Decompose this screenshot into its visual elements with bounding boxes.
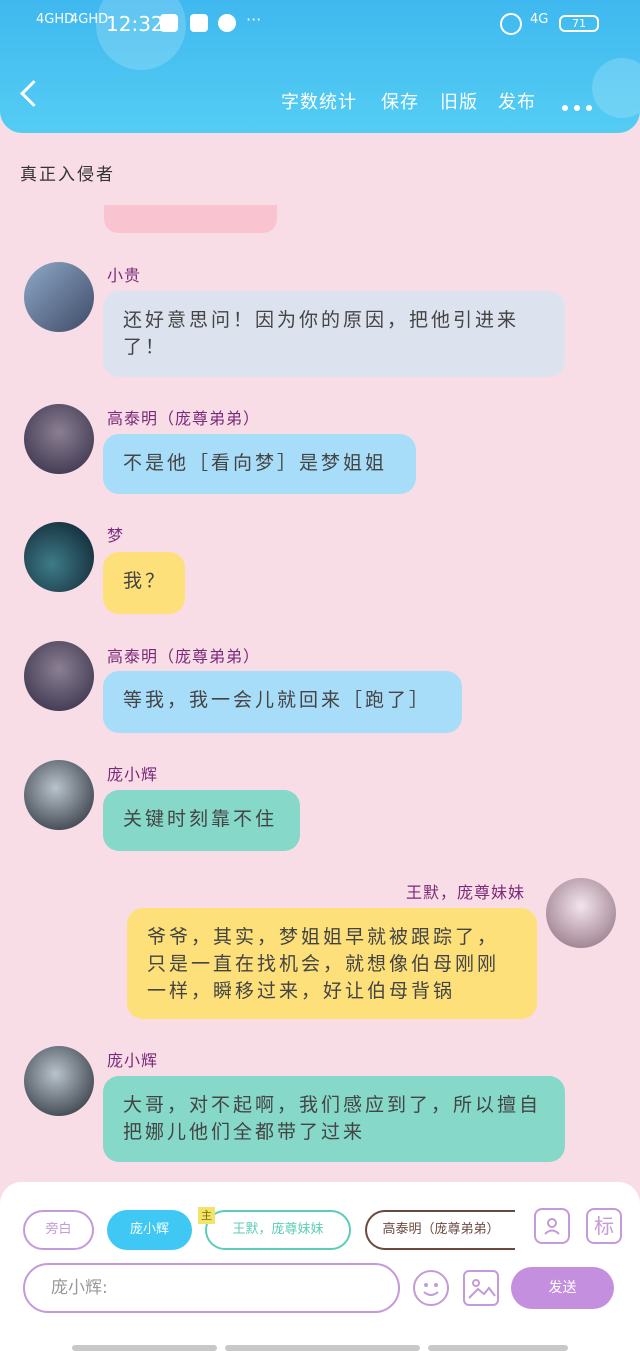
message-input[interactable]: 庞小辉: <box>23 1263 400 1313</box>
speaker-name: 高泰明（庞尊弟弟） <box>107 647 261 666</box>
network-indicator: 4GHD <box>36 12 75 27</box>
clock: 12:32 <box>106 12 164 36</box>
message-bubble[interactable]: 等我，我一会儿就回来［跑了］ <box>103 671 462 733</box>
avatar[interactable] <box>24 641 94 711</box>
status-bar: 4GHD 4GHD 12:32 ··· 4G 71 <box>0 0 640 50</box>
back-button[interactable] <box>20 80 47 107</box>
avatar[interactable] <box>24 760 94 830</box>
network-indicator: 4GHD <box>70 12 109 27</box>
role-chip[interactable]: 王默，庞尊妹妹 <box>205 1210 351 1250</box>
speaker-name: 高泰明（庞尊弟弟） <box>107 409 261 428</box>
role-chip[interactable]: 高泰明（庞尊弟弟） <box>365 1210 515 1250</box>
speaker-name: 梦 <box>107 526 125 545</box>
speaker-name: 小贵 <box>107 266 142 285</box>
more-options-icon[interactable] <box>562 96 598 115</box>
alarm-icon <box>500 13 522 35</box>
message-bubble[interactable]: 爷爷，其实，梦姐姐早就被跟踪了，只是一直在找机会，就想像伯母刚刚一样，瞬移过来，… <box>127 908 537 1019</box>
app-notification-icon <box>190 14 208 32</box>
nav-bar-segment <box>428 1345 568 1351</box>
message-bubble[interactable]: 不是他［看向梦］是梦姐姐 <box>103 434 416 494</box>
nav-bar-segment <box>225 1345 420 1351</box>
chat-title: 真正入侵者 <box>20 165 115 185</box>
message-bubble[interactable]: 关键时刻靠不住 <box>103 790 300 851</box>
network-indicator: 4G <box>530 12 549 27</box>
app-notification-icon <box>218 14 236 32</box>
avatar[interactable] <box>24 522 94 592</box>
save-button[interactable]: 保存 <box>381 88 419 114</box>
message-bubble-partial[interactable] <box>104 205 277 233</box>
character-manager-icon[interactable] <box>534 1208 570 1244</box>
message-bubble[interactable]: 大哥，对不起啊，我们感应到了，所以擅自把娜儿他们全都带了过来 <box>103 1076 565 1162</box>
speaker-name: 庞小辉 <box>107 765 159 784</box>
old-version-button[interactable]: 旧版 <box>440 88 478 114</box>
emoji-icon[interactable] <box>413 1270 449 1306</box>
avatar[interactable] <box>24 1046 94 1116</box>
send-button[interactable]: 发送 <box>511 1267 614 1309</box>
message-bubble[interactable]: 还好意思问！因为你的原因，把他引进来了！ <box>103 291 565 377</box>
role-chip-narrator[interactable]: 旁白 <box>23 1210 94 1250</box>
publish-button[interactable]: 发布 <box>498 88 536 114</box>
main-role-badge: 主 <box>198 1207 215 1224</box>
more-notifications-icon: ··· <box>246 10 262 29</box>
mail-icon <box>160 14 178 32</box>
role-chip-selected[interactable]: 庞小辉 <box>107 1210 192 1250</box>
word-count-button[interactable]: 字数统计 <box>281 88 357 114</box>
image-icon[interactable] <box>463 1270 499 1306</box>
battery-indicator: 71 <box>559 15 599 32</box>
speaker-name: 庞小辉 <box>107 1051 159 1070</box>
avatar[interactable] <box>546 878 616 948</box>
avatar[interactable] <box>24 404 94 474</box>
tag-button[interactable]: 标 <box>586 1208 622 1244</box>
speaker-name: 王默，庞尊妹妹 <box>406 883 526 902</box>
message-bubble[interactable]: 我？ <box>103 552 185 614</box>
avatar[interactable] <box>24 262 94 332</box>
decor-bubble <box>592 58 640 118</box>
top-header: 4GHD 4GHD 12:32 ··· 4G 71 字数统计 保存 旧版 发布 <box>0 0 640 133</box>
nav-bar-segment <box>72 1345 217 1351</box>
